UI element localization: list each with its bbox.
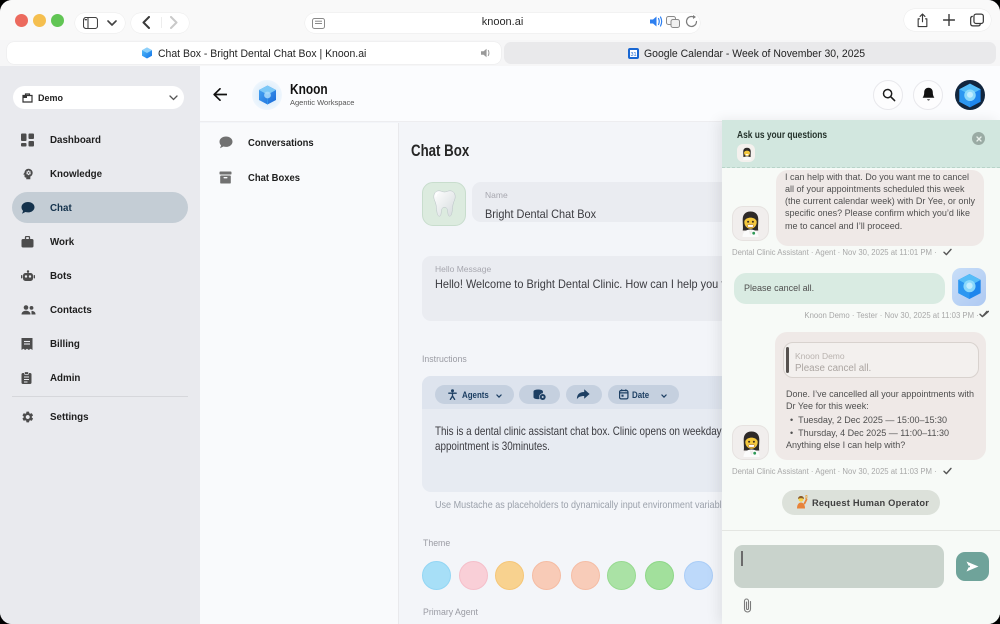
svg-text:31: 31 <box>630 51 636 57</box>
